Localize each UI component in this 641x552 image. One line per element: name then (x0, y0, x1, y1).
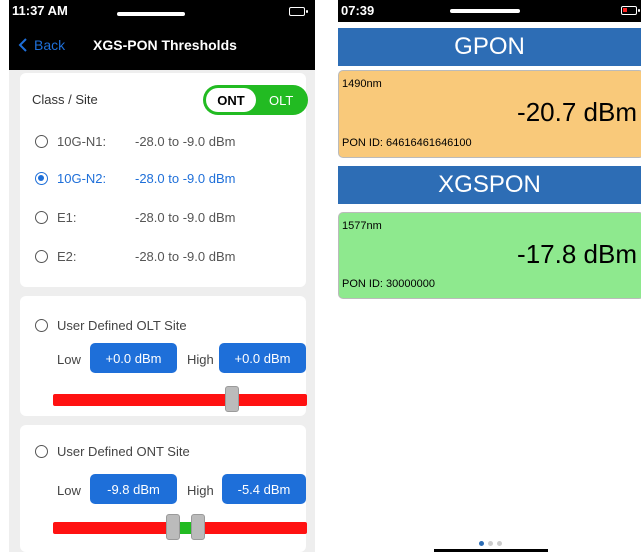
xgspon-reading-card: 1577nm -17.8 dBm PON ID: 30000000 (338, 212, 641, 299)
page-title: XGS-PON Thresholds (93, 37, 237, 53)
thresholds-screen: 11:37 AM Back XGS-PON Thresholds Class /… (9, 0, 315, 552)
gpon-wavelength: 1490nm (342, 78, 382, 90)
status-time: 11:37 AM (12, 3, 68, 18)
gpon-header: GPON (338, 28, 641, 66)
radio-button[interactable] (35, 135, 48, 148)
page-indicator (479, 541, 502, 546)
radio-button-selected[interactable] (35, 172, 48, 185)
ont-site-radio[interactable] (35, 445, 48, 458)
ont-site-card: User Defined ONT Site Low -9.8 dBm High … (20, 425, 307, 552)
status-bar: 07:39 (338, 0, 641, 22)
status-time: 07:39 (341, 3, 375, 18)
ont-olt-toggle[interactable]: ONT OLT (203, 85, 308, 115)
class-name: E1: (57, 210, 77, 225)
gpon-power: -20.7 dBm (517, 97, 637, 127)
class-name: 10G-N1: (57, 134, 107, 149)
class-name: 10G-N2: (57, 171, 107, 186)
radio-button[interactable] (35, 250, 48, 263)
back-label: Back (34, 37, 66, 53)
olt-low-value-button[interactable]: +0.0 dBm (90, 343, 177, 373)
olt-high-value-button[interactable]: +0.0 dBm (219, 343, 306, 373)
notch-pill (450, 9, 520, 13)
toggle-selected-ont[interactable]: ONT (206, 88, 256, 112)
page-dot[interactable] (479, 541, 484, 546)
high-label: High (187, 352, 214, 367)
ont-threshold-slider[interactable] (53, 514, 307, 540)
xgspon-pon-id: PON ID: 30000000 (342, 278, 435, 290)
class-range: -28.0 to -9.0 dBm (135, 210, 236, 225)
xgspon-wavelength: 1577nm (342, 220, 382, 232)
back-button[interactable]: Back (18, 37, 65, 53)
slider-handle[interactable] (225, 386, 239, 412)
nav-bar: Back XGS-PON Thresholds (9, 22, 315, 70)
olt-site-card: User Defined OLT Site Low +0.0 dBm High … (20, 296, 307, 416)
slider-high-handle[interactable] (191, 514, 205, 540)
class-range: -28.0 to -9.0 dBm (135, 249, 236, 264)
low-label: Low (57, 483, 81, 498)
olt-site-radio[interactable] (35, 319, 48, 332)
class-site-label: Class / Site (32, 92, 98, 107)
class-range: -28.0 to -9.0 dBm (135, 171, 236, 186)
gpon-pon-id: PON ID: 64616461646100 (342, 137, 472, 149)
class-range: -28.0 to -9.0 dBm (135, 134, 236, 149)
chevron-left-icon (18, 38, 27, 52)
page-dot[interactable] (488, 541, 493, 546)
battery-icon (289, 7, 308, 16)
pon-meter-screen: 07:39 GPON 1490nm -20.7 dBm PON ID: 6461… (338, 0, 641, 552)
status-bar: 11:37 AM (9, 0, 315, 22)
low-label: Low (57, 352, 81, 367)
xgspon-header: XGSPON (338, 166, 641, 204)
xgspon-power: -17.8 dBm (517, 239, 637, 269)
notch-pill (117, 12, 185, 16)
olt-site-label: User Defined OLT Site (57, 318, 187, 333)
high-label: High (187, 483, 214, 498)
ont-site-label: User Defined ONT Site (57, 444, 190, 459)
battery-low-icon (621, 6, 640, 15)
class-name: E2: (57, 249, 77, 264)
toggle-option-olt[interactable]: OLT (269, 93, 293, 108)
olt-threshold-slider[interactable] (53, 386, 307, 412)
page-dot[interactable] (497, 541, 502, 546)
ont-low-value-button[interactable]: -9.8 dBm (90, 474, 177, 504)
slider-low-handle[interactable] (166, 514, 180, 540)
gpon-reading-card: 1490nm -20.7 dBm PON ID: 64616461646100 (338, 70, 641, 158)
ont-high-value-button[interactable]: -5.4 dBm (222, 474, 306, 504)
class-site-card: Class / Site ONT OLT 10G-N1: -28.0 to -9… (20, 73, 308, 287)
radio-button[interactable] (35, 211, 48, 224)
